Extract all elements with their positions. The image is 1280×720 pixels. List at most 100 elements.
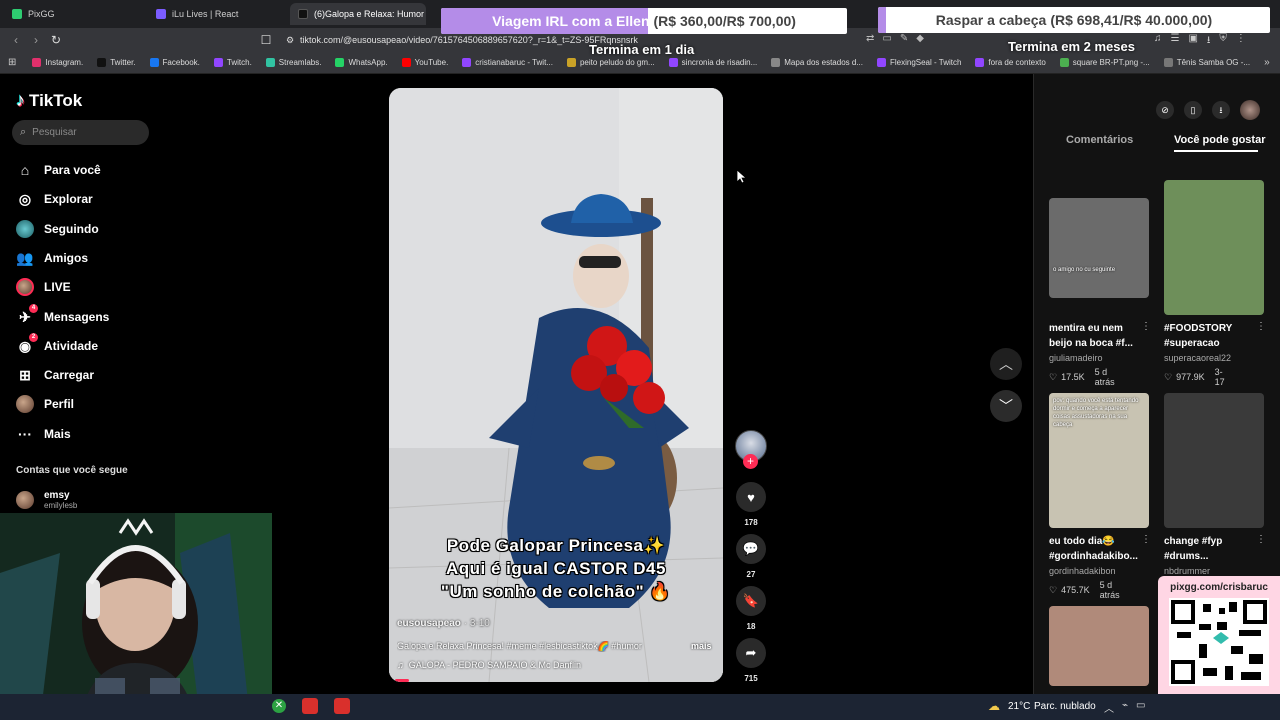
menu-icon[interactable]: ⋮ <box>1236 33 1246 50</box>
extension-icon[interactable]: ◆ <box>916 33 924 44</box>
cast-icon[interactable]: ▭ <box>882 33 891 44</box>
card-title[interactable]: eu todo dia😂 #gordinhadakibo... <box>1049 534 1141 564</box>
reading-list-icon[interactable]: ☰ <box>1171 33 1180 50</box>
back-icon[interactable]: ‹ <box>8 32 24 48</box>
bookmark-label: Mapa dos estados d... <box>784 58 863 67</box>
bookmark-favicon-icon <box>149 58 159 67</box>
bookmark-item[interactable]: cristianabaruc - Twit... <box>462 58 553 67</box>
sidebar-item-perfil[interactable]: Perfil <box>16 392 74 416</box>
sidebar-item-seguindo[interactable]: Seguindo <box>16 217 99 241</box>
card-user[interactable]: giuliamadeiro <box>1049 353 1103 363</box>
bookmark-item[interactable]: Mapa dos estados d... <box>771 58 863 67</box>
sidebar-item-live[interactable]: LIVE <box>16 275 71 299</box>
video-author[interactable]: eusousapeao <box>397 618 461 629</box>
sidebar-item-atividade[interactable]: ◉ 2 Atividade <box>16 333 98 358</box>
card-more-icon[interactable]: ⋮ <box>1256 321 1266 332</box>
share-button[interactable]: ➦ 715 <box>736 638 766 683</box>
apps-grid-icon[interactable]: ⊞ <box>8 57 16 68</box>
playback-progress[interactable] <box>395 679 409 682</box>
tab-tiktok-active[interactable]: (6)Galopa e Relaxa: Humor ✕ <box>290 3 426 25</box>
like-button[interactable]: ♥ 178 <box>736 482 766 527</box>
comment-button[interactable]: 💬 27 <box>736 534 766 579</box>
shield-icon[interactable]: ⛨ <box>1219 33 1227 50</box>
reload-icon[interactable]: ↻ <box>48 32 64 48</box>
sidebar-item-amigos[interactable]: 👥 Amigos <box>16 246 88 270</box>
bookmark-favicon-icon <box>876 58 886 67</box>
card-user[interactable]: superacaoreal22 <box>1164 353 1231 363</box>
card-title[interactable]: #FOODSTORY #superacao <box>1164 321 1256 351</box>
bookmark-label: Tênis Samba OG -... <box>1176 58 1251 67</box>
more-bookmarks-icon[interactable]: » <box>1264 57 1270 68</box>
url-field[interactable]: tiktok.com/@eusousapeao/video/7615764506… <box>300 32 638 48</box>
tab-comments[interactable]: Comentários <box>1066 134 1133 146</box>
translate-icon[interactable]: ⇄ <box>866 33 874 44</box>
tab-ilu-lives[interactable]: iLu Lives | React <box>148 3 288 25</box>
app-icon-1[interactable] <box>302 698 318 714</box>
video-thumbnail[interactable] <box>1049 606 1149 686</box>
media-icon[interactable]: ♫ <box>1154 33 1162 50</box>
search-input[interactable]: ⌕ Pesquisar <box>12 120 149 145</box>
bookmark-item[interactable]: Twitch. <box>213 58 252 67</box>
xbox-icon[interactable]: ✕ <box>272 699 286 713</box>
device-icon[interactable]: ▯ <box>1184 101 1202 119</box>
next-video-icon[interactable]: ﹀ <box>990 390 1022 422</box>
bookmark-item[interactable]: square BR-PT.png -... <box>1059 58 1150 67</box>
following-account[interactable]: emsy emilylesb <box>16 490 77 510</box>
bookmark-item[interactable]: WhatsApp. <box>335 58 388 67</box>
bookmark-item[interactable]: FlexingSeal - Twitch <box>876 58 962 67</box>
bookmark-item[interactable]: YouTube. <box>401 58 448 67</box>
tray-network-icon[interactable]: ⌁ <box>1122 700 1128 715</box>
sidebar-item-para-você[interactable]: ⌂ Para você <box>16 158 101 182</box>
bookmark-item[interactable]: fora de contexto <box>975 58 1046 67</box>
tab-recommended[interactable]: Você pode gostar <box>1174 134 1265 146</box>
edit-icon[interactable]: ✎ <box>900 33 908 44</box>
app-icon-2[interactable] <box>334 698 350 714</box>
bookmark-item[interactable]: sincronia de risadin... <box>668 58 757 67</box>
thumbnail-text: o amigo no cu seguinte <box>1053 267 1116 273</box>
sidebar-item-explorar[interactable]: ◎ Explorar <box>16 187 93 211</box>
download-app-icon[interactable]: ⭳ <box>1212 101 1230 119</box>
card-user[interactable]: nbdrummer <box>1164 566 1210 576</box>
site-info-icon[interactable]: ⚙ <box>282 32 298 48</box>
sidebar-item-mais[interactable]: ··· Mais <box>16 422 71 446</box>
ilu-favicon-icon <box>156 9 166 19</box>
bookmark-label: FlexingSeal - Twitch <box>889 58 962 67</box>
bookmark-item[interactable]: peito peludo do gm... <box>566 58 655 67</box>
tray-chevron-icon[interactable]: ︿ <box>1104 700 1114 715</box>
forward-icon[interactable]: › <box>28 32 44 48</box>
previous-video-icon[interactable]: ︿ <box>990 348 1022 380</box>
tray-display-icon[interactable]: ▭ <box>1136 700 1145 715</box>
bookmark-item[interactable]: Tênis Samba OG -... <box>1163 58 1251 67</box>
bookmark-item[interactable]: Instagram. <box>32 58 83 67</box>
download-icon[interactable]: ⭳ <box>1207 33 1211 50</box>
video-player[interactable]: Pode Galopar Princesa✨ Aqui é igual CAST… <box>389 88 723 682</box>
bookmark-item[interactable]: Streamlabs. <box>265 58 321 67</box>
bookmark-item[interactable]: Twitter. <box>97 58 136 67</box>
save-button[interactable]: 🔖 18 <box>736 586 766 631</box>
card-more-icon[interactable]: ⋮ <box>1141 321 1151 332</box>
tiktok-logo[interactable]: ♪ TikTok <box>16 90 82 111</box>
goal-2-amount: (R$ 698,41/R$ 40.000,00) <box>1050 12 1213 28</box>
video-thumbnail[interactable] <box>1164 393 1264 528</box>
sidebar-item-mensagens[interactable]: ✈ 4 Mensagens <box>16 304 109 329</box>
bookmark-item[interactable]: Facebook. <box>149 58 200 67</box>
pix-url: pixgg.com/crisbaruc <box>1170 582 1268 593</box>
wallet-icon[interactable]: ▣ <box>1188 33 1197 50</box>
video-thumbnail[interactable] <box>1164 180 1264 315</box>
bookmark-star-icon[interactable]: ☐ <box>258 32 274 48</box>
card-user[interactable]: gordinhadakibon <box>1049 566 1116 576</box>
card-title[interactable]: change #fyp #drums... <box>1164 534 1256 564</box>
weather-temp: 21°C <box>1008 701 1031 712</box>
card-title[interactable]: mentira eu nem beijo na boca #f... <box>1049 321 1141 351</box>
sidebar-item-carregar[interactable]: ⊞ Carregar <box>16 363 94 387</box>
explore-icon[interactable]: ⊘ <box>1156 101 1174 119</box>
video-music[interactable]: ♫ GALOPA - PEDRO SAMPAIO & Mc Danflin <box>397 660 581 670</box>
card-more-icon[interactable]: ⋮ <box>1256 534 1266 545</box>
video-thumbnail[interactable]: o amigo no cu seguinte <box>1049 198 1149 298</box>
card-more-icon[interactable]: ⋮ <box>1141 534 1151 545</box>
profile-avatar[interactable] <box>1240 100 1260 120</box>
more-link[interactable]: mais <box>691 641 712 651</box>
follow-plus-icon[interactable]: + <box>743 454 758 469</box>
video-thumbnail[interactable]: pov: quando você está tentando dormir e … <box>1049 393 1149 528</box>
tab-pixgg[interactable]: PixGG <box>4 3 144 25</box>
